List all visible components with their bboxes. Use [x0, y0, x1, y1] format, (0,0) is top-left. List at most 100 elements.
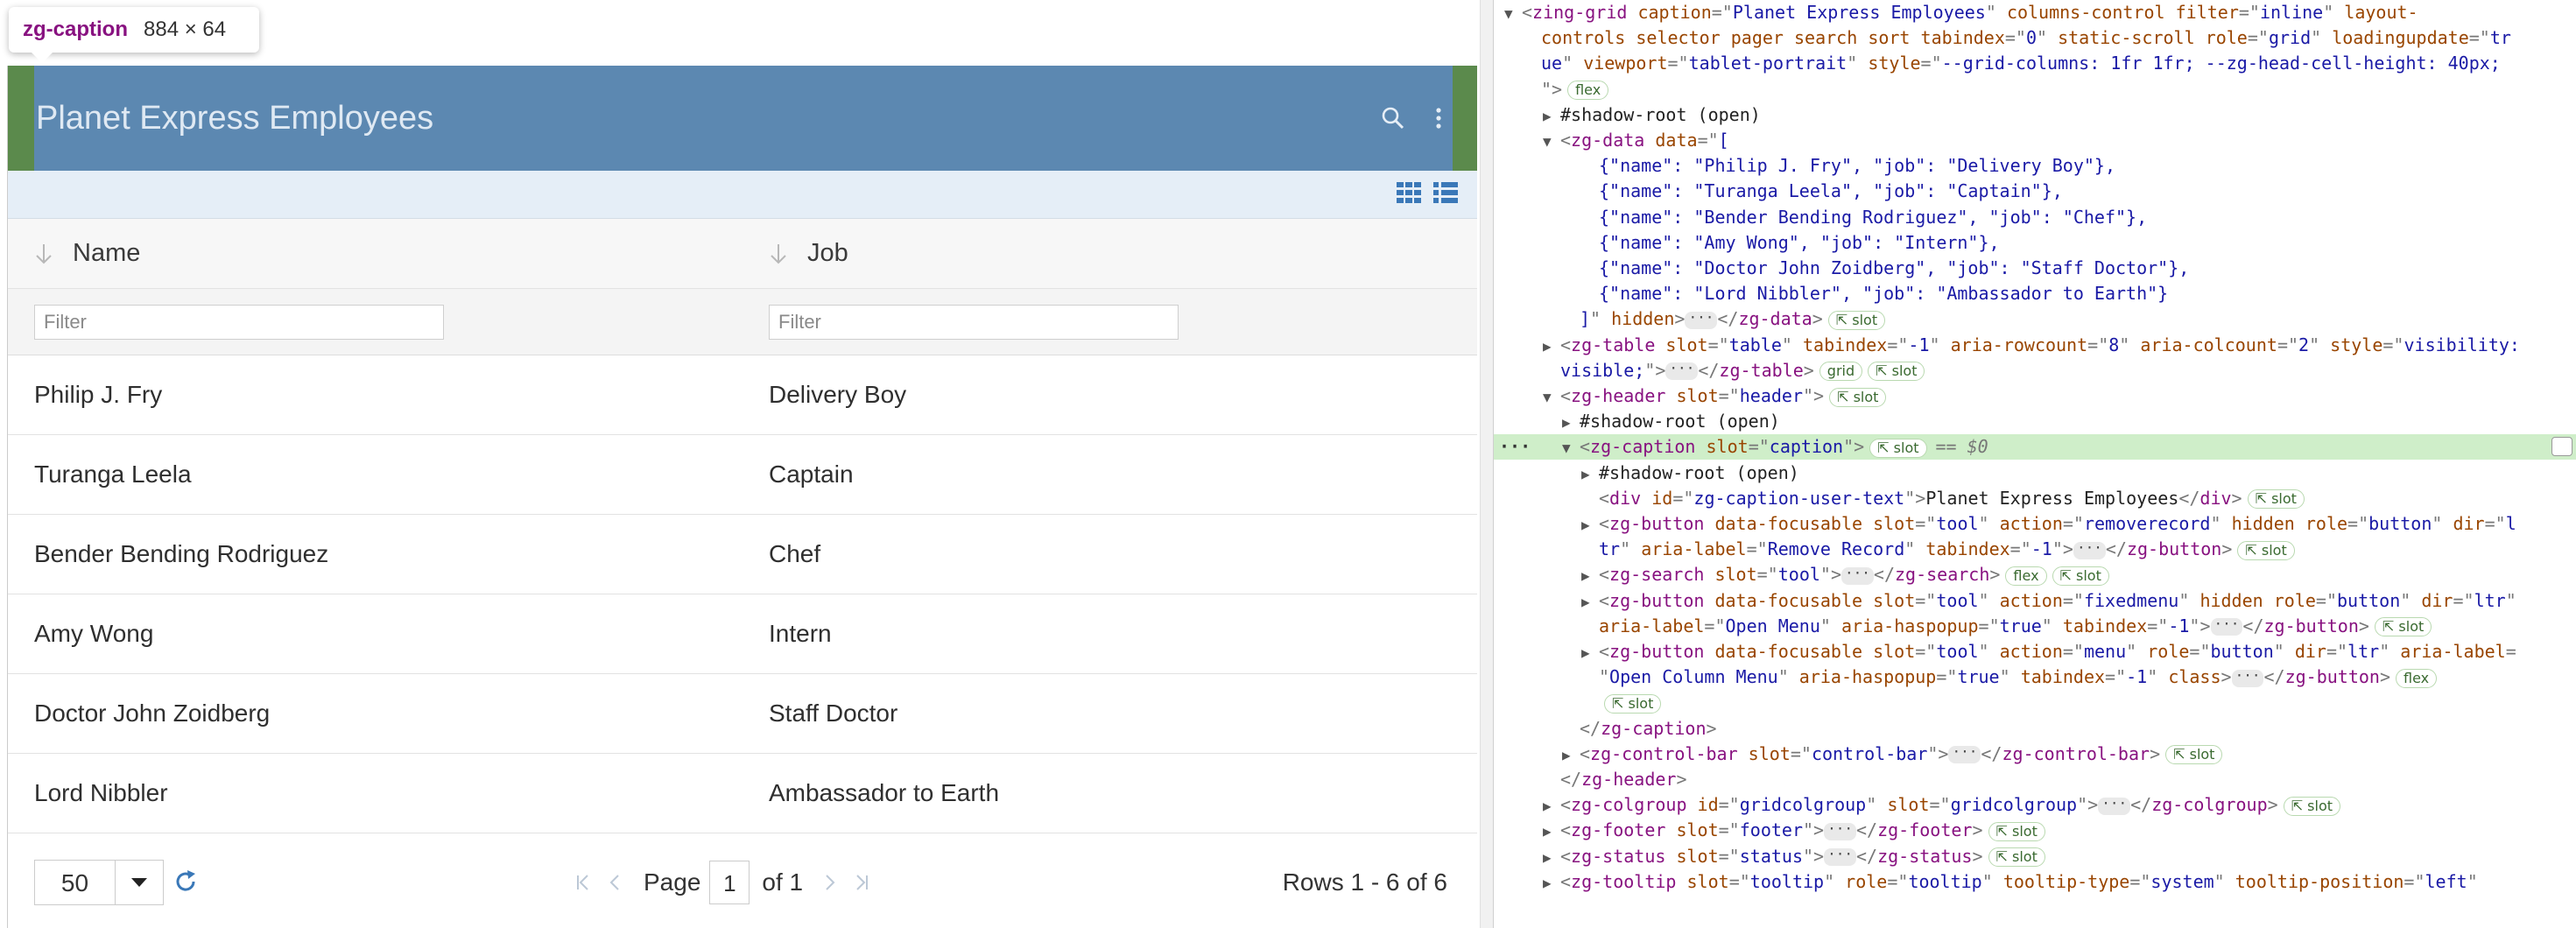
- table-row[interactable]: Lord Nibbler Ambassador to Earth: [8, 754, 1477, 833]
- slot-badge[interactable]: ⇱ slot: [2247, 489, 2305, 510]
- dom-node-line[interactable]: visible;"> ··· </zg-table> grid ⇱ slot: [1494, 358, 2576, 383]
- dom-node-line[interactable]: aria-label="Open Menu" aria-haspopup="tr…: [1494, 614, 2576, 639]
- collapse-triangle-icon[interactable]: ▶: [1543, 819, 1560, 844]
- dom-node-line[interactable]: {"name": "Lord Nibbler", "job": "Ambassa…: [1494, 281, 2576, 306]
- collapsed-content-ellipsis-icon[interactable]: ···: [1824, 821, 1856, 840]
- page-size-select[interactable]: 50: [34, 860, 164, 905]
- slot-badge[interactable]: ⇱ slot: [2374, 617, 2432, 637]
- slot-badge[interactable]: ⇱ slot: [1988, 821, 2045, 841]
- prev-page-icon[interactable]: [600, 867, 631, 898]
- caret-down-icon[interactable]: [116, 878, 163, 887]
- dom-node-line[interactable]: {"name": "Philip J. Fry", "job": "Delive…: [1494, 153, 2576, 179]
- slot-badge[interactable]: ⇱ slot: [1868, 362, 1925, 382]
- dom-node-line[interactable]: "> flex: [1494, 77, 2576, 102]
- last-page-icon[interactable]: [845, 867, 876, 898]
- filter-input-job[interactable]: [769, 304, 1179, 340]
- collapse-triangle-icon[interactable]: ▶: [1543, 103, 1560, 129]
- dom-node-line[interactable]: ▶ #shadow-root (open): [1494, 409, 2576, 434]
- collapsed-content-ellipsis-icon[interactable]: ···: [1685, 310, 1718, 329]
- slot-badge[interactable]: ⇱ slot: [1827, 310, 1886, 330]
- slot-badge[interactable]: ⇱ slot: [2283, 796, 2341, 816]
- list-view-icon[interactable]: [1433, 181, 1458, 207]
- dom-node-line[interactable]: ▶ <zg-button data-focusable slot="tool" a…: [1494, 588, 2576, 614]
- search-icon[interactable]: [1381, 106, 1405, 130]
- flex-badge[interactable]: flex: [1567, 81, 1609, 101]
- collapse-triangle-icon[interactable]: ▶: [1562, 742, 1580, 768]
- slot-badge[interactable]: ⇱ slot: [1988, 847, 2045, 868]
- collapsed-content-ellipsis-icon[interactable]: ···: [2231, 668, 2264, 687]
- column-header-name[interactable]: Name: [8, 219, 743, 288]
- collapsed-content-ellipsis-icon[interactable]: ···: [2098, 796, 2131, 815]
- more-vertical-icon[interactable]: [1435, 106, 1442, 130]
- collapse-triangle-icon[interactable]: ▶: [1581, 589, 1599, 615]
- dom-node-line[interactable]: ▶ <zg-colgroup id="gridcolgroup" slot="gr…: [1494, 792, 2576, 818]
- column-header-job[interactable]: Job: [743, 219, 1477, 288]
- slot-badge[interactable]: ⇱ slot: [1869, 438, 1927, 458]
- dom-node-line[interactable]: ue" viewport="tablet-portrait" style="--…: [1494, 51, 2576, 76]
- node-actions-ellipsis-icon[interactable]: ···: [1499, 434, 1534, 460]
- reload-icon[interactable]: [172, 868, 199, 899]
- dom-node-line[interactable]: ▶ #shadow-root (open): [1494, 102, 2576, 128]
- collapsed-content-ellipsis-icon[interactable]: ···: [1665, 362, 1699, 381]
- dom-node-line[interactable]: ▶ <zg-button data-focusable slot="tool" a…: [1494, 511, 2576, 537]
- dom-node-line[interactable]: ▼ <zg-header slot="header"> ⇱ slot: [1494, 383, 2576, 409]
- dom-node-line[interactable]: {"name": "Turanga Leela", "job": "Captai…: [1494, 179, 2576, 204]
- table-row[interactable]: Bender Bending Rodriguez Chef: [8, 515, 1477, 594]
- grid-view-icon[interactable]: [1397, 181, 1421, 207]
- dom-node-line[interactable]: {"name": "Bender Bending Rodriguez", "jo…: [1494, 205, 2576, 230]
- table-row[interactable]: Turanga Leela Captain: [8, 435, 1477, 515]
- next-page-icon[interactable]: [813, 867, 845, 898]
- collapse-triangle-icon[interactable]: ▶: [1581, 461, 1599, 487]
- slot-badge[interactable]: ⇱ slot: [1829, 387, 1887, 407]
- dom-node-line[interactable]: ]" hidden> ··· </zg-data> ⇱ slot: [1494, 306, 2576, 332]
- dom-node-line[interactable]: ▶ #shadow-root (open): [1494, 460, 2576, 486]
- dom-node-line[interactable]: ▶ <zg-footer slot="footer"> ··· </zg-footer…: [1494, 818, 2576, 843]
- slot-badge[interactable]: ⇱ slot: [1604, 693, 1662, 714]
- expand-triangle-icon[interactable]: ▼: [1504, 1, 1522, 26]
- collapsed-content-ellipsis-icon[interactable]: ···: [1841, 566, 1874, 585]
- collapse-triangle-icon[interactable]: ▶: [1543, 793, 1560, 819]
- collapse-triangle-icon[interactable]: ▶: [1581, 563, 1599, 588]
- devtools-splitter[interactable]: [1480, 0, 1494, 928]
- slot-badge[interactable]: ⇱ slot: [2052, 566, 2109, 586]
- dom-node-line[interactable]: ▼ <zg-data data="[: [1494, 128, 2576, 153]
- dom-node-line[interactable]: ▶ <zg-status slot="status"> ··· </zg-status…: [1494, 844, 2576, 869]
- dom-node-line[interactable]: controls selector pager search sort tabi…: [1494, 25, 2576, 51]
- table-row[interactable]: Amy Wong Intern: [8, 594, 1477, 674]
- dom-node-line[interactable]: ▶ <zg-control-bar slot="control-bar"> ··· <…: [1494, 742, 2576, 767]
- flex-badge[interactable]: flex: [2396, 668, 2438, 688]
- dom-node-line[interactable]: {"name": "Doctor John Zoidberg", "job": …: [1494, 256, 2576, 281]
- dom-node-line[interactable]: ▶ <zg-search slot="tool"> ··· </zg-search> f…: [1494, 562, 2576, 587]
- dom-node-line[interactable]: ▶ <zg-tooltip slot="tooltip" role="toolti…: [1494, 869, 2576, 895]
- collapse-triangle-icon[interactable]: ▶: [1562, 410, 1580, 435]
- dom-node-line[interactable]: ▶ <zg-table slot="table" tabindex="-1" ar…: [1494, 333, 2576, 358]
- dom-node-line-selected[interactable]: ··· ▼ <zg-caption slot="caption"> ⇱ slot == …: [1494, 434, 2576, 460]
- collapse-triangle-icon[interactable]: ▶: [1581, 512, 1599, 538]
- collapsed-content-ellipsis-icon[interactable]: ···: [2073, 540, 2106, 559]
- dom-node-line[interactable]: ▼ <zing-grid caption="Planet Express Empl…: [1494, 0, 2576, 25]
- dom-node-line[interactable]: ▶ <zg-button data-focusable slot="tool" a…: [1494, 639, 2576, 664]
- dom-node-line[interactable]: </zg-caption>: [1494, 716, 2576, 742]
- dom-node-line[interactable]: ⇱ slot: [1494, 690, 2576, 715]
- flex-badge[interactable]: flex: [2005, 566, 2047, 586]
- dom-node-line[interactable]: </zg-header>: [1494, 767, 2576, 792]
- dom-node-line[interactable]: tr" aria-label="Remove Record" tabindex=…: [1494, 537, 2576, 562]
- node-side-button-icon[interactable]: [2551, 437, 2572, 457]
- table-row[interactable]: Doctor John Zoidberg Staff Doctor: [8, 674, 1477, 754]
- collapse-triangle-icon[interactable]: ▶: [1581, 640, 1599, 665]
- collapsed-content-ellipsis-icon[interactable]: ···: [2210, 617, 2243, 636]
- collapse-triangle-icon[interactable]: ▶: [1543, 845, 1560, 870]
- collapse-triangle-icon[interactable]: ▶: [1543, 334, 1560, 359]
- expand-triangle-icon[interactable]: ▼: [1562, 435, 1580, 460]
- expand-triangle-icon[interactable]: ▼: [1543, 384, 1560, 410]
- slot-badge[interactable]: ⇱ slot: [2237, 540, 2295, 560]
- expand-triangle-icon[interactable]: ▼: [1543, 129, 1560, 154]
- dom-node-line[interactable]: "Open Column Menu" aria-haspopup="true" …: [1494, 664, 2576, 690]
- page-number-input[interactable]: 1: [709, 861, 750, 904]
- dom-node-line[interactable]: <div id="zg-caption-user-text">Planet Ex…: [1494, 486, 2576, 511]
- dom-node-line[interactable]: {"name": "Amy Wong", "job": "Intern"},: [1494, 230, 2576, 256]
- grid-badge[interactable]: grid: [1819, 362, 1863, 382]
- slot-badge[interactable]: ⇱ slot: [2165, 745, 2223, 765]
- collapse-triangle-icon[interactable]: ▶: [1543, 870, 1560, 896]
- first-page-icon[interactable]: [568, 867, 600, 898]
